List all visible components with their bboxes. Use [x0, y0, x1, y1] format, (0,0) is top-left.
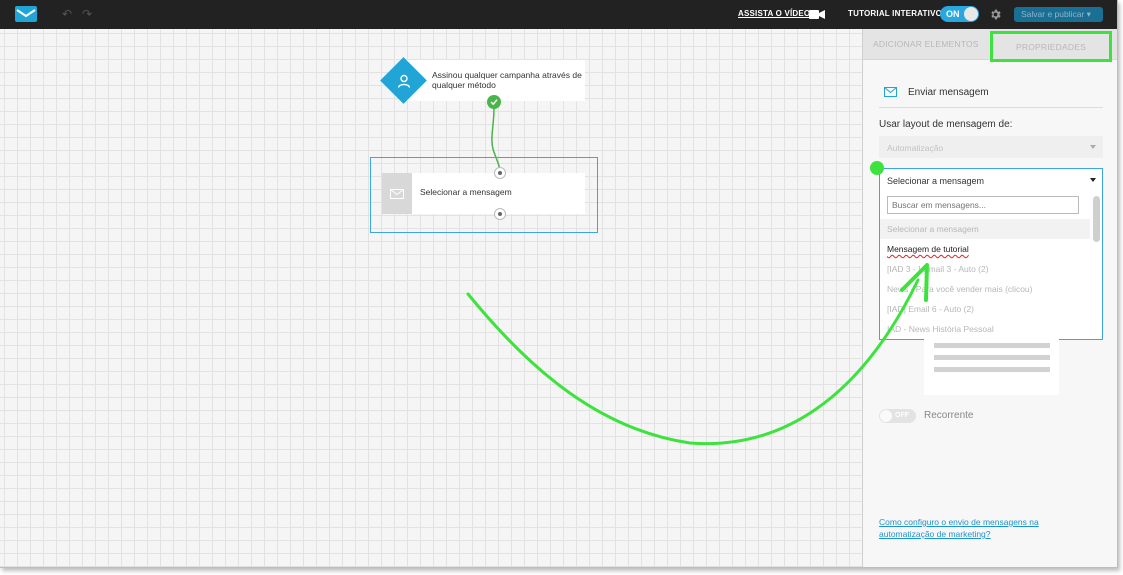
properties-panel: ADICIONAR ELEMENTOS PROPRIEDADES Enviar … [862, 29, 1117, 567]
message-select-value: Selecionar a mensagem [887, 176, 985, 186]
layout-select[interactable]: Automatização [879, 136, 1103, 158]
message-output-port[interactable] [494, 208, 506, 220]
option-message[interactable]: News - Para você vender mais (clicou) [880, 279, 1090, 299]
caret-down-icon [1090, 145, 1096, 149]
help-link[interactable]: Como configuro o envio de mensagens na a… [879, 516, 1069, 540]
person-icon [397, 74, 411, 88]
send-message-title: Enviar mensagem [908, 87, 989, 98]
check-icon [490, 99, 498, 106]
workflow-canvas[interactable]: Assinou qualquer campanha através de qua… [0, 29, 862, 567]
option-message[interactable]: [IAD] Email 6 - Auto (2) [880, 299, 1090, 319]
gear-icon[interactable] [989, 8, 1002, 21]
message-preview-card [924, 333, 1059, 395]
message-options-list: Selecionar a mensagem Mensagem de tutori… [880, 219, 1090, 339]
tab-add-elements[interactable]: ADICIONAR ELEMENTOS [873, 39, 979, 49]
option-message[interactable]: [IAD 3 - ] Email 3 - Auto (2) [880, 259, 1090, 279]
preview-line [934, 355, 1050, 360]
logo-envelope-icon[interactable] [14, 5, 38, 23]
tab-properties[interactable]: PROPRIEDADES [990, 31, 1112, 62]
preview-line [934, 367, 1050, 372]
envelope-icon [390, 189, 404, 199]
message-search-input[interactable] [887, 196, 1079, 214]
video-camera-icon[interactable] [809, 9, 825, 20]
toggle-knob [880, 410, 892, 422]
message-select-dropdown[interactable]: Selecionar a mensagem Selecionar a mensa… [879, 168, 1103, 340]
recurrent-toggle-state: OFF [895, 412, 909, 419]
preview-line [934, 343, 1050, 348]
tutorial-label: TUTORIAL INTERATIVO [848, 9, 943, 18]
save-publish-button[interactable]: Salvar e publicar ▾ [1014, 7, 1103, 22]
undo-icon[interactable]: ↶ [62, 8, 76, 20]
message-select-head[interactable]: Selecionar a mensagem [880, 169, 1102, 191]
trigger-description: Assinou qualquer campanha através de qua… [432, 70, 582, 90]
recurrent-toggle[interactable]: OFF [879, 409, 916, 423]
trigger-output-port[interactable] [487, 95, 501, 109]
tutorial-toggle-state: ON [946, 9, 960, 19]
layout-label: Usar layout de mensagem de: [879, 119, 1013, 130]
watch-video-link[interactable]: ASSISTA O VÍDEO [738, 9, 810, 18]
app-window: ↶ ↷ ASSISTA O VÍDEO TUTORIAL INTERATIVO … [0, 0, 1118, 568]
dropdown-scrollbar[interactable] [1093, 194, 1100, 339]
recurrent-label: Recorrente [924, 410, 974, 421]
message-node-label: Selecionar a mensagem [420, 187, 512, 197]
panel-tabs: ADICIONAR ELEMENTOS PROPRIEDADES [863, 29, 1117, 62]
envelope-icon [884, 87, 897, 97]
redo-icon[interactable]: ↷ [82, 8, 96, 20]
option-tutorial-label: Mensagem de tutorial [887, 244, 969, 254]
toggle-knob [964, 7, 978, 21]
scrollbar-thumb[interactable] [1093, 196, 1100, 242]
caret-down-icon[interactable] [1090, 178, 1096, 182]
layout-select-value: Automatização [887, 143, 944, 153]
divider [879, 107, 1103, 108]
message-input-port[interactable] [494, 167, 506, 179]
option-tutorial-message[interactable]: Mensagem de tutorial [880, 239, 1090, 259]
option-select-message[interactable]: Selecionar a mensagem [880, 219, 1090, 239]
top-bar: ↶ ↷ ASSISTA O VÍDEO TUTORIAL INTERATIVO … [0, 0, 1117, 29]
tutorial-toggle[interactable]: ON [940, 6, 979, 22]
